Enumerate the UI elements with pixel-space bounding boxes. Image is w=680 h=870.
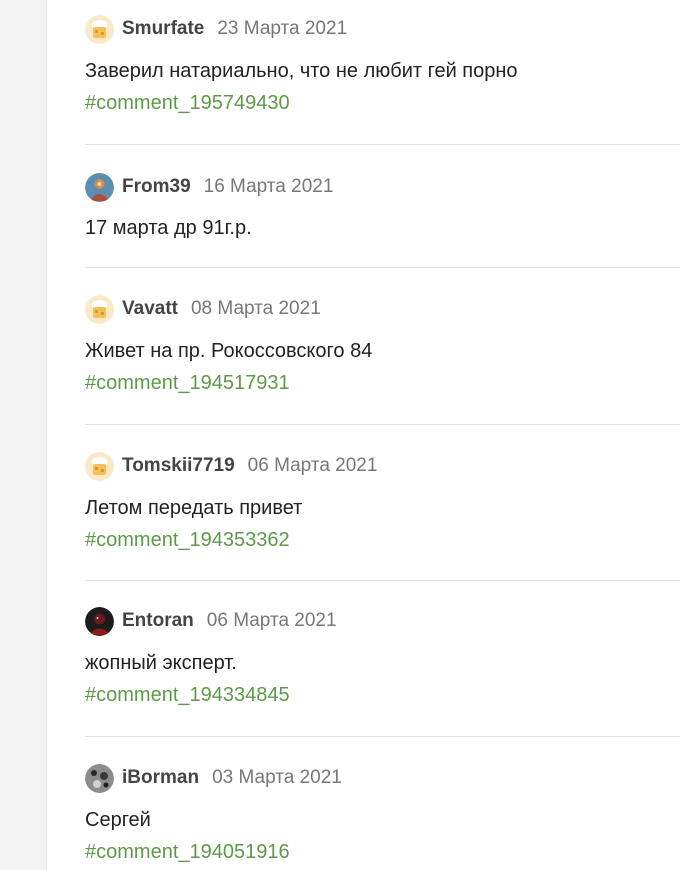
comment-anchor-link[interactable]: #comment_195749430	[85, 90, 290, 116]
chef-avatar-icon[interactable]	[85, 14, 114, 44]
left-sidebar-gutter	[0, 0, 47, 870]
comment-list: Smurfate 23 Марта 2021 Заверил натариаль…	[85, 0, 680, 870]
comment-author[interactable]: Entoran	[122, 610, 194, 632]
comment-header: Vavatt 08 Марта 2021	[85, 268, 680, 324]
comment-author[interactable]: iBorman	[122, 767, 199, 789]
chef-avatar-icon[interactable]	[85, 451, 114, 481]
comment-text: 17 марта др 91г.р.	[85, 217, 252, 239]
comment-text: Живет на пр. Рокоссовского 84	[85, 340, 373, 362]
comment-date: 03 Марта 2021	[212, 767, 342, 788]
comment-anchor-link[interactable]: #comment_194353362	[85, 527, 290, 553]
comment-text: Сергей	[85, 809, 151, 831]
comment-date: 08 Марта 2021	[190, 298, 321, 319]
comment-anchor-link[interactable]: #comment_194051916	[85, 839, 290, 865]
comment-author[interactable]: From39	[122, 176, 191, 198]
comment-header: Tomskii7719 06 Марта 2021	[85, 425, 680, 481]
user-photo-avatar[interactable]	[85, 763, 114, 793]
comment-header: Smurfate 23 Марта 2021	[85, 0, 680, 44]
comment-header: From39 16 Марта 2021	[85, 145, 680, 202]
user-photo-avatar[interactable]	[85, 606, 114, 636]
comment-date: 16 Марта 2021	[203, 176, 334, 197]
comment-anchor-link[interactable]: #comment_194334845	[85, 682, 290, 708]
comment-item: From39 16 Марта 2021 17 марта др 91г.р.	[85, 145, 680, 268]
comment-text: Заверил натариально, что не любит гей по…	[85, 60, 518, 82]
comment-header: Entoran 06 Марта 2021	[85, 581, 680, 636]
comment-text: Летом передать привет	[85, 497, 303, 519]
comment-author[interactable]: Smurfate	[122, 18, 204, 40]
comment-item: Vavatt 08 Марта 2021 Живет на пр. Рокосс…	[85, 268, 680, 425]
comment-author[interactable]: Vavatt	[122, 298, 178, 320]
comment-date: 06 Марта 2021	[247, 455, 378, 476]
comment-author[interactable]: Tomskii7719	[122, 455, 235, 477]
comment-item: Smurfate 23 Марта 2021 Заверил натариаль…	[85, 0, 680, 145]
comment-anchor-link[interactable]: #comment_194517931	[85, 370, 290, 396]
comments-page: Smurfate 23 Марта 2021 Заверил натариаль…	[0, 0, 680, 870]
comment-item: iBorman 03 Марта 2021 Сергей #comment_19…	[85, 737, 680, 870]
chef-avatar-icon[interactable]	[85, 294, 114, 324]
comment-text: жопный эксперт.	[85, 652, 237, 674]
comment-date: 06 Марта 2021	[206, 610, 337, 631]
comment-item: Entoran 06 Марта 2021 жопный эксперт. #c…	[85, 581, 680, 737]
comment-header: iBorman 03 Марта 2021	[85, 737, 680, 793]
comment-item: Tomskii7719 06 Марта 2021 Летом передать…	[85, 425, 680, 581]
user-photo-avatar[interactable]	[85, 172, 114, 202]
comment-date: 23 Марта 2021	[217, 18, 348, 39]
